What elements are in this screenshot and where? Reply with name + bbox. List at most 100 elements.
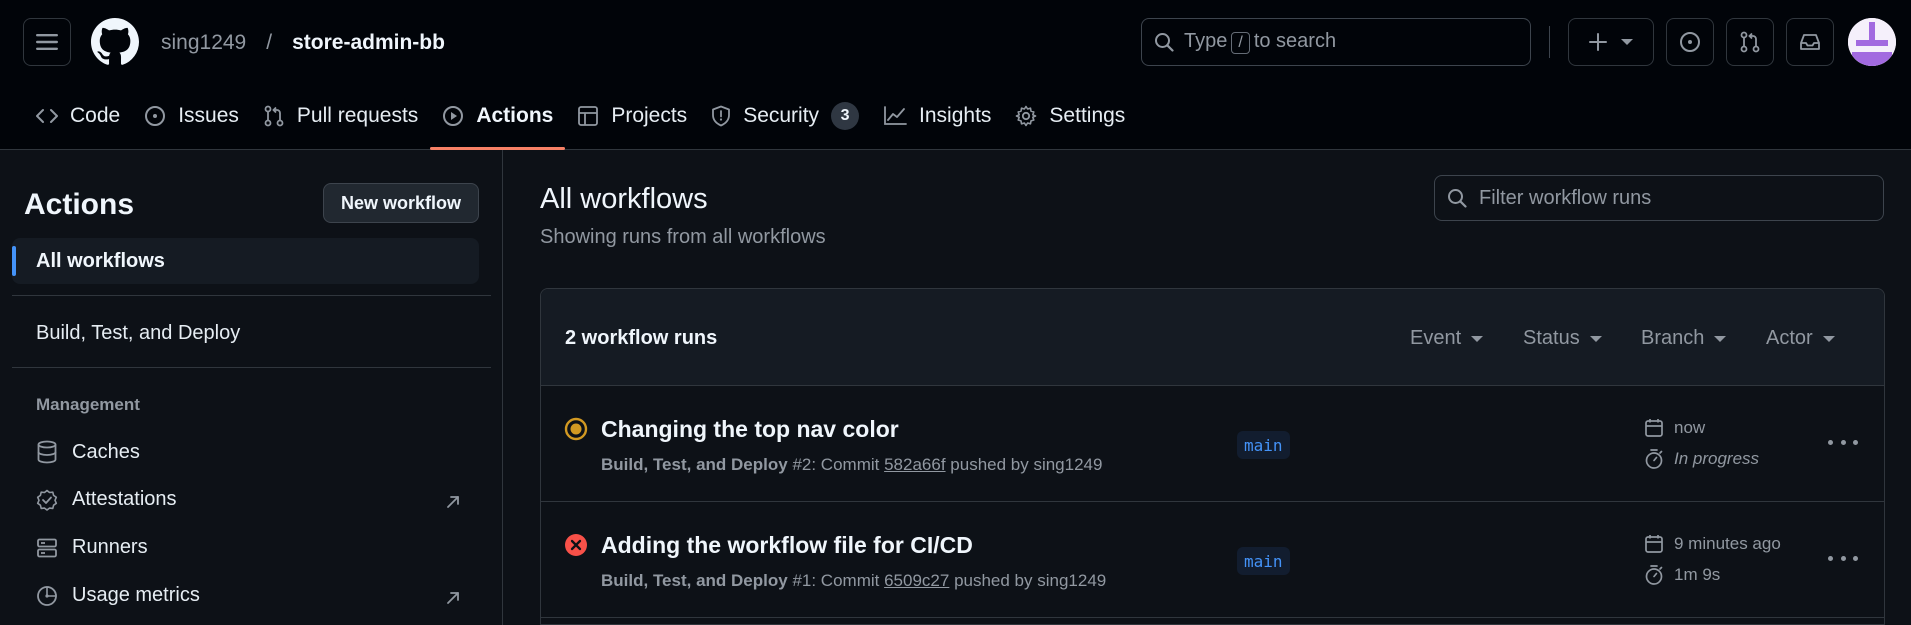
sidebar-item-label: All workflows <box>36 249 165 272</box>
tab-pull-requests[interactable]: Pull requests <box>251 93 430 139</box>
breadcrumb: sing1249 / store-admin-bb <box>161 30 445 56</box>
run-timestamp: 9 minutes ago <box>1644 534 1781 554</box>
tab-insights[interactable]: Insights <box>871 93 1003 139</box>
run-number: #2 <box>792 455 812 474</box>
sidebar-title: Actions <box>24 188 135 221</box>
calendar-icon <box>1645 419 1663 437</box>
header-divider <box>1549 26 1550 58</box>
dropdown-label: Event <box>1410 327 1462 349</box>
workflow-runs-list: 2 workflow runs Event Status Branch Acto… <box>540 288 1885 625</box>
filter-placeholder: Filter workflow runs <box>1479 186 1652 209</box>
github-logo-icon[interactable] <box>91 18 139 66</box>
issue-opened-icon <box>1680 32 1700 52</box>
tab-actions[interactable]: Actions <box>430 93 566 150</box>
stopwatch-icon <box>1645 565 1663 585</box>
filter-workflow-runs-input[interactable]: Filter workflow runs <box>1434 175 1884 221</box>
link-external-icon <box>447 496 459 508</box>
commit-sha-link[interactable]: 582a66f <box>884 455 945 474</box>
link-external-icon <box>447 592 459 604</box>
tab-label: Insights <box>919 104 992 127</box>
tab-settings[interactable]: Settings <box>1003 93 1137 139</box>
table-icon <box>578 106 599 126</box>
sidebar-item-build-test-deploy[interactable]: Build, Test, and Deploy <box>36 322 240 345</box>
kebab-horizontal-icon[interactable] <box>1828 432 1858 452</box>
breadcrumb-separator: / <box>266 31 273 54</box>
branch-filter-dropdown[interactable]: Branch <box>1641 327 1727 350</box>
plus-icon <box>1589 33 1607 51</box>
avatar[interactable] <box>1848 18 1896 66</box>
global-search-input[interactable]: Type / to search <box>1141 18 1531 66</box>
tab-issues[interactable]: Issues <box>132 93 251 139</box>
security-alert-count: 3 <box>831 102 860 130</box>
sidebar-item-usage-metrics[interactable]: Usage metrics <box>36 584 200 607</box>
database-icon <box>37 440 57 464</box>
global-header: sing1249 / store-admin-bb Type / to search <box>0 0 1911 150</box>
run-title-link[interactable]: Adding the workflow file for CI/CD <box>601 532 973 559</box>
tab-label: Security <box>743 104 820 127</box>
status-filter-dropdown[interactable]: Status <box>1523 327 1602 350</box>
stopwatch-icon <box>1645 449 1663 469</box>
sidebar-item-runners[interactable]: Runners <box>36 536 148 559</box>
runs-list-header: 2 workflow runs Event Status Branch Acto… <box>541 289 1884 386</box>
sidebar-item-label: Caches <box>72 440 140 463</box>
sidebar-item-attestations[interactable]: Attestations <box>36 488 177 511</box>
hamburger-icon <box>36 34 58 50</box>
tab-code[interactable]: Code <box>24 93 132 139</box>
menu-button[interactable] <box>23 18 71 66</box>
code-icon <box>36 109 58 123</box>
page-title: All workflows <box>540 183 708 215</box>
run-workflow-name: Build, Test, and Deploy <box>601 571 788 590</box>
run-commit-prefix: : Commit <box>811 455 880 474</box>
sidebar-divider <box>12 367 491 368</box>
inbox-button[interactable] <box>1786 18 1834 66</box>
chevron-down-icon <box>1822 335 1835 342</box>
run-duration-text: 1m 9s <box>1674 565 1721 584</box>
run-timestamp: now <box>1644 418 1705 438</box>
search-icon <box>1448 189 1467 208</box>
breadcrumb-owner[interactable]: sing1249 <box>161 31 246 55</box>
sidebar-item-all-workflows[interactable]: All workflows <box>12 238 479 284</box>
actions-sidebar: Actions New workflow All workflows Build… <box>0 150 503 625</box>
kebab-horizontal-icon[interactable] <box>1828 548 1858 568</box>
branch-badge[interactable]: main <box>1237 547 1290 575</box>
new-workflow-button[interactable]: New workflow <box>323 183 479 223</box>
event-filter-dropdown[interactable]: Event <box>1410 327 1484 350</box>
run-title-link[interactable]: Changing the top nav color <box>601 416 899 443</box>
sidebar-item-label: Attestations <box>72 488 177 510</box>
search-placeholder-suffix: to search <box>1253 30 1337 52</box>
search-shortcut-key: / <box>1231 32 1250 54</box>
run-duration: 1m 9s <box>1644 564 1720 586</box>
server-icon <box>37 538 57 557</box>
repo-navigation: Code Issues Pull requests Actions Projec… <box>24 93 1137 150</box>
table-row[interactable]: Changing the top nav color Build, Test, … <box>541 386 1884 502</box>
tab-label: Code <box>70 104 121 127</box>
run-when-text: 9 minutes ago <box>1674 534 1781 553</box>
sidebar-item-caches[interactable]: Caches <box>36 440 140 464</box>
run-duration-text: In progress <box>1674 449 1760 468</box>
run-commit-prefix: : Commit <box>811 571 880 590</box>
breadcrumb-repo[interactable]: store-admin-bb <box>292 31 445 55</box>
pull-requests-button[interactable] <box>1726 18 1774 66</box>
tab-security[interactable]: Security 3 <box>699 93 871 139</box>
tab-label: Pull requests <box>296 104 419 127</box>
issues-button[interactable] <box>1666 18 1714 66</box>
meter-icon <box>37 585 57 606</box>
page-subtitle: Showing runs from all workflows <box>540 226 826 248</box>
x-circle-fill-icon <box>565 534 587 556</box>
actor-filter-dropdown[interactable]: Actor <box>1766 327 1835 350</box>
run-duration: In progress <box>1644 448 1759 470</box>
table-row[interactable]: Adding the workflow file for CI/CD Build… <box>541 502 1884 618</box>
tab-projects[interactable]: Projects <box>565 93 699 139</box>
play-icon <box>443 106 464 126</box>
create-new-button[interactable] <box>1568 18 1654 66</box>
commit-sha-link[interactable]: 6509c27 <box>884 571 949 590</box>
run-pushed-by: pushed by sing1249 <box>950 455 1103 474</box>
run-number: #1 <box>792 571 812 590</box>
run-meta: Build, Test, and Deploy #1: Commit 6509c… <box>601 571 1106 591</box>
branch-badge[interactable]: main <box>1237 431 1290 459</box>
chevron-down-icon <box>1714 335 1727 342</box>
inbox-icon <box>1800 34 1820 50</box>
sidebar-item-label: Build, Test, and Deploy <box>36 322 241 344</box>
dropdown-label: Status <box>1523 327 1580 349</box>
in-progress-status-icon <box>564 417 588 441</box>
